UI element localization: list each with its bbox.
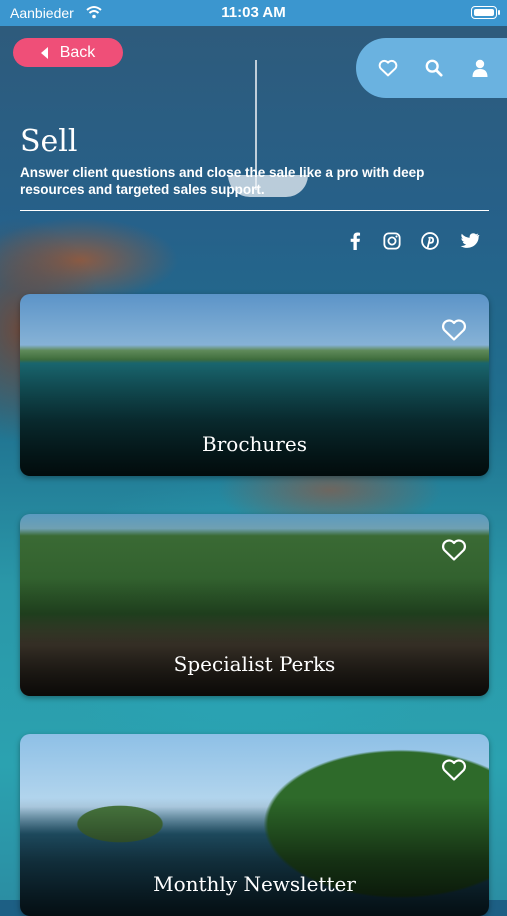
back-label: Back [59,43,96,61]
search-button[interactable] [418,52,450,84]
card-title: Specialist Perks [173,652,336,676]
card-brochures[interactable]: Brochures [20,294,489,476]
card-monthly-newsletter[interactable]: Monthly Newsletter [20,734,489,916]
back-button[interactable]: Back [13,38,123,67]
card-title: Brochures [202,432,307,456]
facebook-link[interactable] [344,230,366,252]
status-time: 11:03 AM [221,4,286,21]
card-specialist-perks[interactable]: Specialist Perks [20,514,489,696]
heart-icon [378,59,398,77]
heart-icon[interactable] [441,318,467,342]
page-subtitle: Answer client questions and close the sa… [20,165,425,197]
battery-icon [471,6,500,19]
instagram-icon [383,232,401,250]
facebook-icon [350,232,361,250]
pinterest-link[interactable] [419,230,441,252]
search-icon [425,59,443,77]
pinterest-icon [421,232,439,250]
page-title: Sell [20,124,78,159]
instagram-link[interactable] [381,230,403,252]
twitter-link[interactable] [459,230,481,252]
top-action-bar [356,38,507,98]
heart-icon[interactable] [441,538,467,562]
status-bar: Aanbieder 11:03 AM [0,0,507,26]
favorites-button[interactable] [372,52,404,84]
back-arrow-icon [40,46,48,59]
card-title: Monthly Newsletter [153,872,356,896]
user-icon [472,59,488,77]
header-divider [20,210,489,211]
heart-icon[interactable] [441,758,467,782]
twitter-icon [460,233,480,248]
profile-button[interactable] [464,52,496,84]
